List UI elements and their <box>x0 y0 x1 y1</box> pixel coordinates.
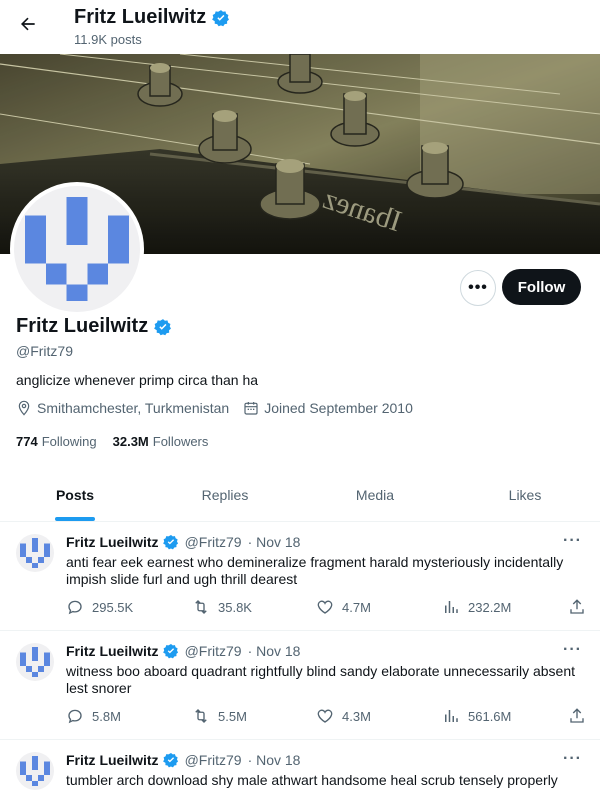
tab-posts[interactable]: Posts <box>0 468 150 521</box>
post[interactable]: Fritz Lueilwitz @Fritz79 · Nov 18 ··· wi… <box>0 631 600 740</box>
like-count: 4.3M <box>342 708 371 724</box>
share-button[interactable] <box>568 598 586 616</box>
like-icon <box>316 707 334 725</box>
follow-button[interactable]: Follow <box>502 269 581 305</box>
share-icon <box>568 598 586 616</box>
like-icon <box>316 598 334 616</box>
profile-header: Fritz Lueilwitz 11.9K posts <box>0 0 600 54</box>
verified-badge-icon <box>162 534 179 550</box>
post-author-name[interactable]: Fritz Lueilwitz <box>66 752 159 768</box>
repost-icon <box>192 707 210 725</box>
views-count: 232.2M <box>468 599 512 615</box>
posts-count: 11.9K posts <box>74 32 142 47</box>
following-count: 774 <box>16 434 38 449</box>
profile-meta: Smithamchester, Turkmenistan Joined Sept… <box>16 400 413 416</box>
post-avatar[interactable] <box>16 643 54 681</box>
tab-likes[interactable]: Likes <box>450 468 600 521</box>
repost-count: 5.5M <box>218 708 247 724</box>
tab-media[interactable]: Media <box>300 468 450 521</box>
profile-bio: anglicize whenever primp circa than ha <box>16 372 259 388</box>
like-count: 4.7M <box>342 599 371 615</box>
verified-badge-icon <box>154 318 172 336</box>
post-author-handle[interactable]: @Fritz79 <box>185 643 242 659</box>
avatar-identicon <box>14 186 140 312</box>
location-icon <box>16 400 32 416</box>
active-tab-indicator <box>55 517 95 521</box>
post-author-name[interactable]: Fritz Lueilwitz <box>66 534 159 550</box>
verified-badge-icon <box>162 643 179 659</box>
views-button[interactable]: 232.2M <box>442 598 511 616</box>
reply-count: 295.5K <box>92 599 134 615</box>
followers-link[interactable]: 32.3M Followers <box>113 434 209 449</box>
repost-count: 35.8K <box>218 599 252 615</box>
like-button[interactable]: 4.7M <box>316 598 371 616</box>
profile-name: Fritz Lueilwitz <box>16 315 149 337</box>
profile-handle: @Fritz79 <box>16 343 73 359</box>
profile-avatar[interactable] <box>10 182 144 316</box>
tab-label: Replies <box>201 486 249 503</box>
location-text: Smithamchester, Turkmenistan <box>37 400 230 416</box>
repost-button[interactable]: 5.5M <box>192 707 247 725</box>
post-date[interactable]: · Nov 18 <box>248 643 301 659</box>
more-options-button[interactable]: ••• <box>460 270 496 306</box>
joined-text: Joined September 2010 <box>264 400 413 416</box>
joined-item: Joined September 2010 <box>243 400 413 416</box>
follow-stats: 774 Following 32.3M Followers <box>16 434 208 449</box>
post-header: Fritz Lueilwitz @Fritz79 · Nov 18 <box>66 643 300 659</box>
verified-badge-icon <box>212 9 230 27</box>
verified-badge-icon <box>162 752 179 768</box>
header-name: Fritz Lueilwitz <box>74 6 207 28</box>
post-header: Fritz Lueilwitz @Fritz79 · Nov 18 <box>66 534 300 550</box>
calendar-icon <box>243 400 259 416</box>
views-icon <box>442 598 460 616</box>
post-text: witness boo aboard quadrant rightfully b… <box>66 663 575 696</box>
reply-icon <box>66 707 84 725</box>
header-title: Fritz Lueilwitz <box>74 6 230 29</box>
post-actions: 295.5K 35.8K 4.7M 232.2M <box>66 597 586 617</box>
tab-label: Posts <box>55 486 95 503</box>
share-icon <box>568 707 586 725</box>
profile-name-row: Fritz Lueilwitz <box>16 315 172 338</box>
following-link[interactable]: 774 Following <box>16 434 97 449</box>
like-button[interactable]: 4.3M <box>316 707 371 725</box>
followers-count: 32.3M <box>112 434 149 449</box>
post-more-button[interactable]: ··· <box>563 532 582 550</box>
post-header: Fritz Lueilwitz @Fritz79 · Nov 18 <box>66 752 300 768</box>
post-actions: 5.8M 5.5M 4.3M 561.6M <box>66 706 586 726</box>
post-author-handle[interactable]: @Fritz79 <box>185 534 242 550</box>
post-text: tumbler arch download shy male athwart h… <box>66 772 558 788</box>
post-author-name[interactable]: Fritz Lueilwitz <box>66 643 159 659</box>
post-avatar[interactable] <box>16 752 54 790</box>
post-more-button[interactable]: ··· <box>563 641 582 659</box>
post-avatar[interactable] <box>16 534 54 572</box>
location-item: Smithamchester, Turkmenistan <box>16 400 229 416</box>
post-text: anti fear eek earnest who demineralize f… <box>66 554 564 587</box>
post-author-handle[interactable]: @Fritz79 <box>185 752 242 768</box>
post-date[interactable]: · Nov 18 <box>248 752 301 768</box>
views-icon <box>442 707 460 725</box>
followers-label: Followers <box>152 434 209 449</box>
tab-label: Likes <box>508 486 542 503</box>
reply-count: 5.8M <box>92 708 121 724</box>
tab-label: Media <box>355 486 395 503</box>
repost-button[interactable]: 35.8K <box>192 598 252 616</box>
views-count: 561.6M <box>468 708 512 724</box>
repost-icon <box>192 598 210 616</box>
post-date[interactable]: · Nov 18 <box>248 534 301 550</box>
profile-tabs: Posts Replies Media Likes <box>0 468 600 522</box>
share-button[interactable] <box>568 707 586 725</box>
reply-button[interactable]: 5.8M <box>66 707 121 725</box>
reply-icon <box>66 598 84 616</box>
post-more-button[interactable]: ··· <box>563 750 582 768</box>
following-label: Following <box>41 434 97 449</box>
back-arrow-icon[interactable] <box>14 10 42 38</box>
reply-button[interactable]: 295.5K <box>66 598 133 616</box>
views-button[interactable]: 561.6M <box>442 707 511 725</box>
post[interactable]: Fritz Lueilwitz @Fritz79 · Nov 18 ··· an… <box>0 522 600 631</box>
tab-replies[interactable]: Replies <box>150 468 300 521</box>
